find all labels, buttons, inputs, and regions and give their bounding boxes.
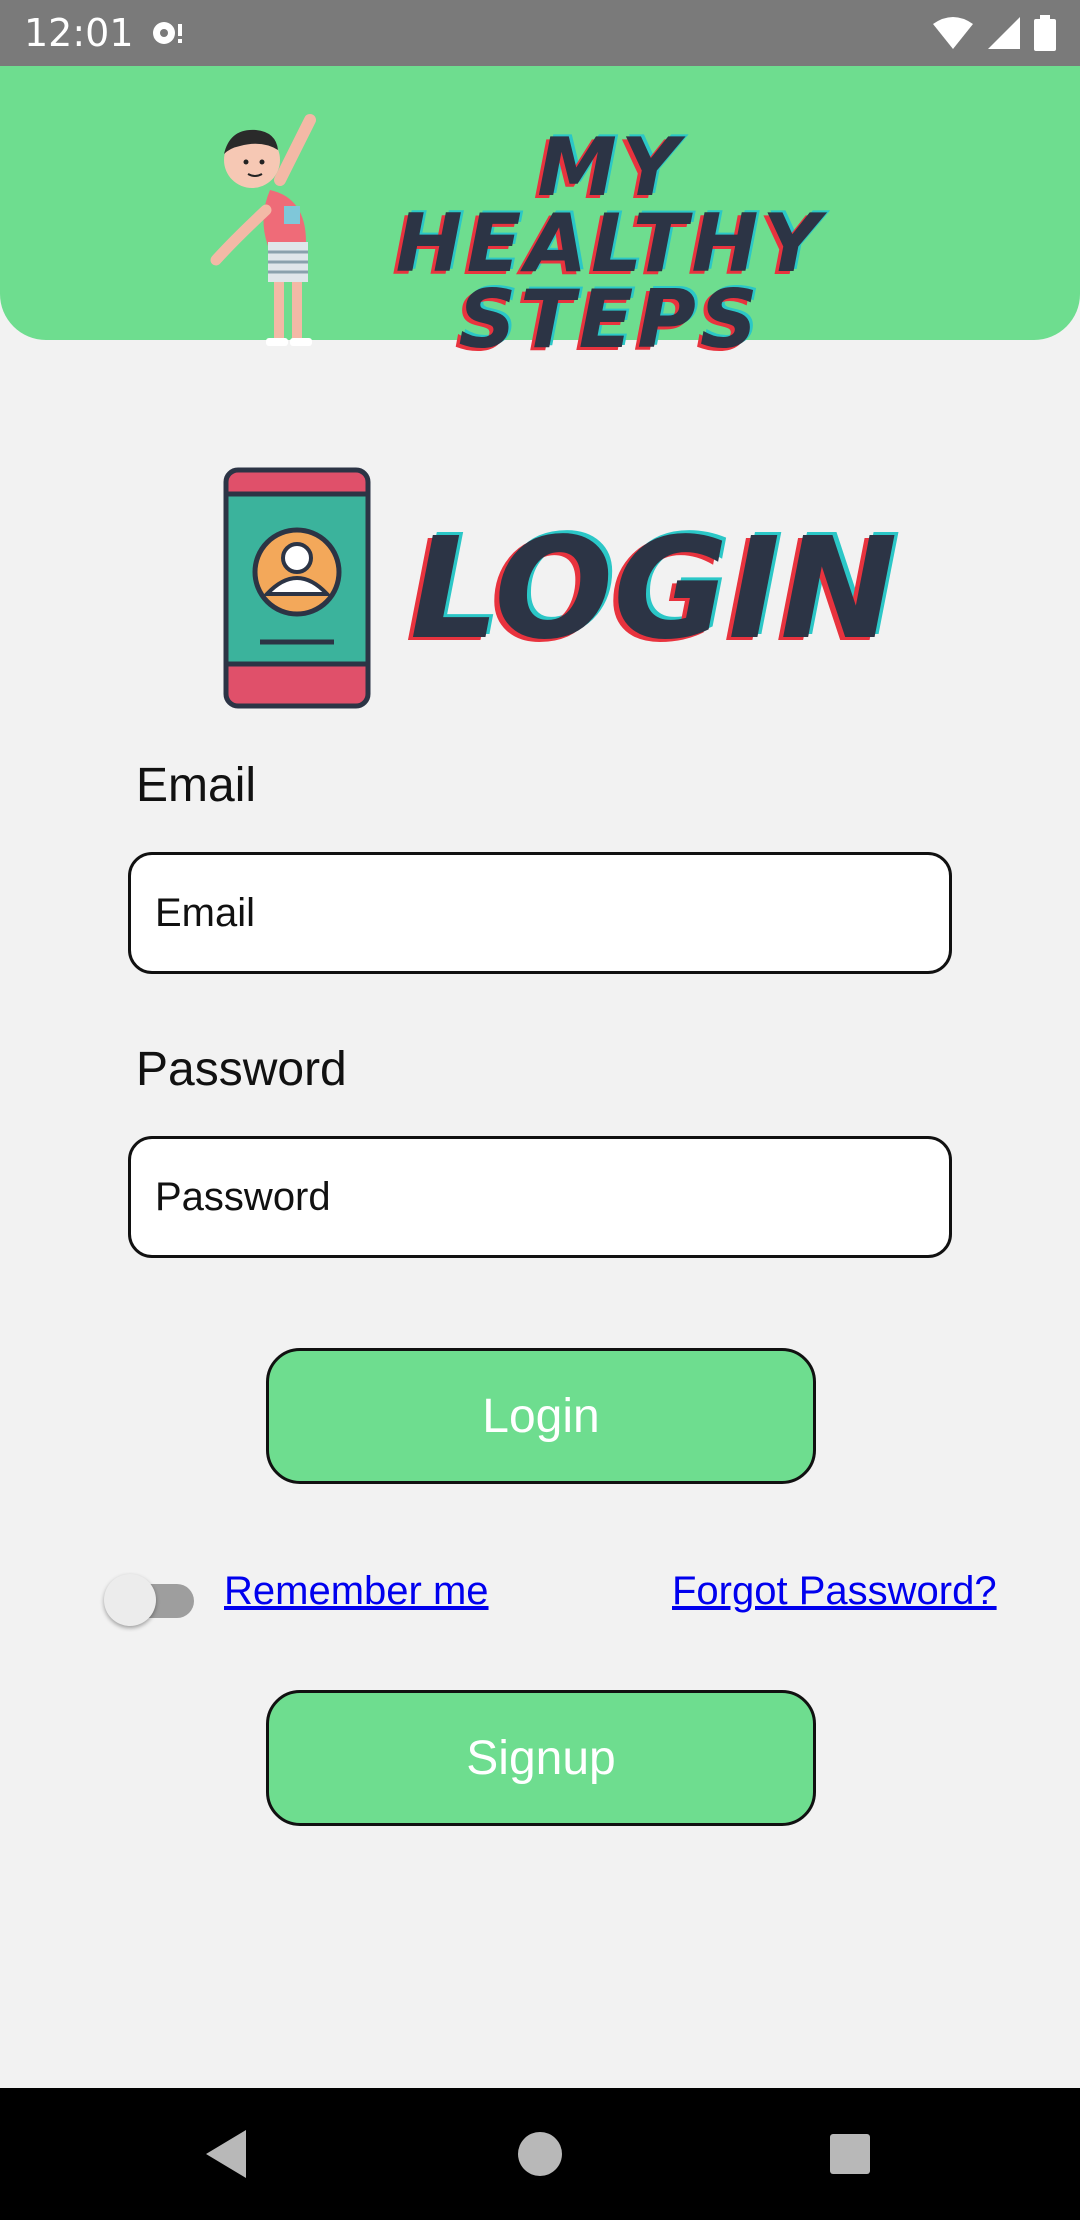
signup-button[interactable]: Signup [266, 1690, 816, 1826]
status-time: 12:01 [24, 11, 134, 55]
phone-user-icon [223, 467, 371, 709]
wifi-icon [933, 17, 973, 49]
remember-me-label[interactable]: Remember me [224, 1566, 489, 1616]
password-input[interactable] [128, 1136, 952, 1258]
brand-title-line1: MY HEALTHY [395, 121, 825, 290]
email-input[interactable] [128, 852, 952, 974]
home-icon[interactable] [508, 2122, 572, 2186]
remember-me-toggle[interactable] [104, 1574, 194, 1626]
toggle-thumb [104, 1574, 156, 1626]
brand-title-line2: STEPS [458, 273, 762, 366]
login-button[interactable]: Login [266, 1348, 816, 1484]
login-title: LOGIN [410, 508, 898, 671]
brand-title: MY HEALTHY STEPS [340, 121, 880, 366]
password-label: Password [136, 1043, 347, 1096]
status-icons [932, 14, 1056, 52]
notification-icon [153, 22, 182, 44]
signal-icon [988, 17, 1020, 49]
email-label: Email [136, 759, 257, 812]
forgot-password-link[interactable]: Forgot Password? [672, 1566, 997, 1616]
stretching-kid-illustration [210, 114, 316, 346]
battery-icon [1034, 15, 1056, 51]
status-bar: 12:01 [0, 0, 1080, 66]
app-header: MY HEALTHY STEPS [0, 66, 1080, 360]
back-icon[interactable] [196, 2122, 260, 2186]
navigation-bar [0, 2088, 1080, 2220]
recents-icon[interactable] [818, 2122, 882, 2186]
